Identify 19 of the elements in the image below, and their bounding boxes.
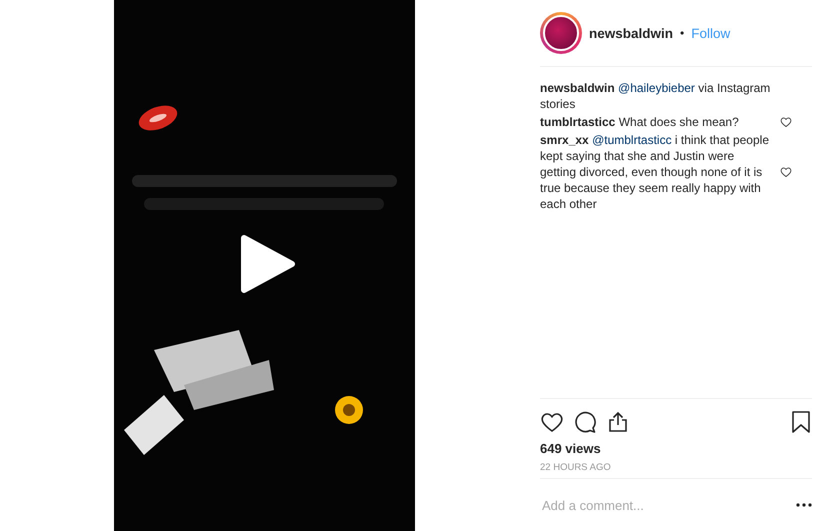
avatar[interactable]: [540, 12, 582, 54]
comment-text: tumblrtasticc What does she mean?: [540, 114, 740, 130]
view-count: 649 views: [540, 441, 602, 456]
comment-username[interactable]: smrx_xx: [540, 133, 589, 147]
like-icon[interactable]: [780, 166, 792, 178]
mention-link[interactable]: @tumblrtasticc: [592, 133, 672, 147]
share-button[interactable]: [606, 410, 630, 434]
like-button[interactable]: [540, 410, 564, 434]
comment-username[interactable]: tumblrtasticc: [540, 115, 616, 129]
more-button[interactable]: [796, 503, 812, 507]
separator-dot: •: [680, 26, 684, 40]
bookmark-button[interactable]: [790, 410, 812, 434]
comment-text: smrx_xx @tumblrtasticc i think that people kept saying that she and Justin were getting divorced, even though none of it is true because they seem really happy with each other: [540, 132, 770, 212]
comment-button[interactable]: [573, 410, 597, 434]
mention-link[interactable]: @haileybieber: [618, 81, 695, 95]
like-icon[interactable]: [780, 116, 792, 128]
timestamp: 22 HOURS AGO: [540, 462, 812, 479]
comment-username[interactable]: newsbaldwin: [540, 81, 615, 95]
username: newsbaldwin: [589, 26, 674, 40]
